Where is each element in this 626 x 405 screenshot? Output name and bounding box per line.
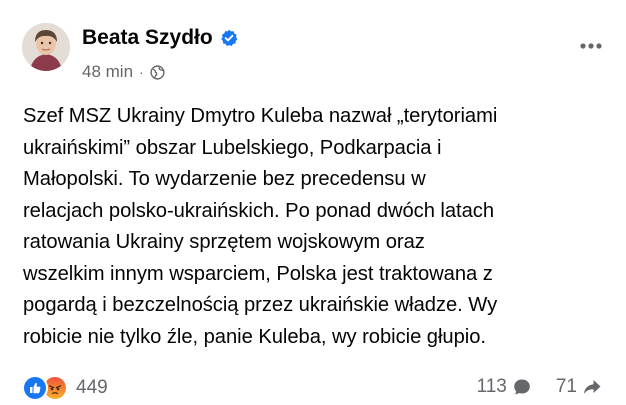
post-timestamp[interactable]: 48 min xyxy=(82,62,133,82)
reaction-count: 449 xyxy=(76,377,108,398)
author-name[interactable]: Beata Szydło xyxy=(82,26,213,50)
like-reaction-icon xyxy=(22,375,48,401)
post-text: Szef MSZ Ukrainy Dmytro Kuleba nazwał „t… xyxy=(23,105,498,348)
reactions-summary[interactable]: 449 xyxy=(22,375,108,401)
meta-separator: · xyxy=(139,64,144,80)
verified-badge-icon xyxy=(220,29,238,46)
author-row: Beata Szydło xyxy=(82,26,238,50)
globe-icon[interactable] xyxy=(150,64,165,80)
engagement-stats: 113 71 xyxy=(477,376,602,398)
more-options-button[interactable] xyxy=(574,34,608,58)
post-meta: 48 min · xyxy=(82,62,165,82)
comment-icon[interactable] xyxy=(512,377,532,397)
more-options-icon xyxy=(580,43,602,49)
avatar[interactable] xyxy=(22,23,70,71)
share-icon[interactable] xyxy=(582,377,602,397)
comment-count[interactable]: 113 xyxy=(477,376,507,398)
facebook-post: Beata Szydło 48 min · Szef MSZ Ukrainy D… xyxy=(0,0,626,405)
avatar-image xyxy=(22,23,70,71)
share-count[interactable]: 71 xyxy=(556,376,577,398)
